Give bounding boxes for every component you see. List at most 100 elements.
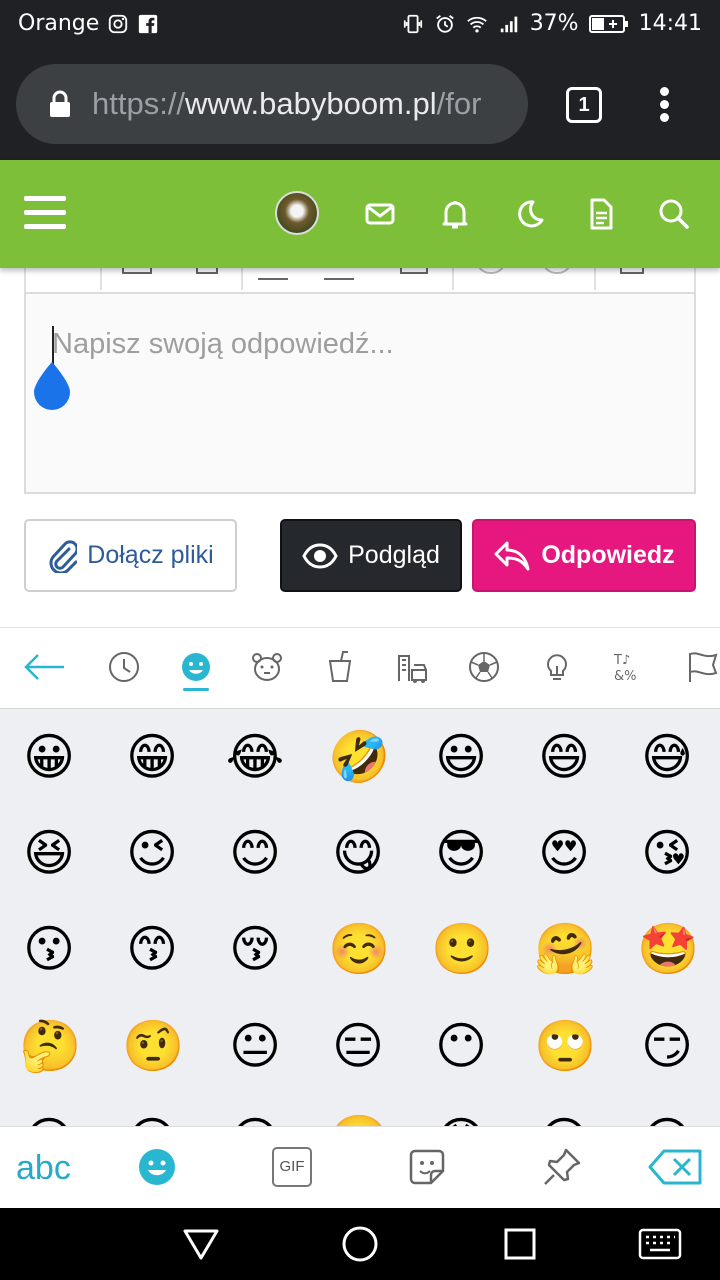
emoji-key[interactable]: 😄 (534, 727, 594, 787)
svg-text:T♪: T♪ (613, 653, 630, 668)
vibrate-icon (403, 14, 422, 33)
attach-files-label: Dołącz pliki (87, 541, 214, 569)
status-bar: Orange 37% 14:41 (0, 0, 720, 50)
emoji-key[interactable]: 😃 (431, 727, 491, 787)
bell-icon[interactable] (437, 196, 473, 232)
emoji-key[interactable]: 😣 (19, 1111, 79, 1126)
emoji-key[interactable]: 😂 (225, 727, 285, 787)
active-category-indicator (183, 688, 209, 691)
home-circle-icon[interactable] (341, 1225, 379, 1263)
emoji-key[interactable]: 😥 (122, 1111, 182, 1126)
back-triangle-icon[interactable] (182, 1227, 220, 1261)
signal-icon (500, 16, 517, 32)
emoji-tab-icon[interactable] (137, 1147, 177, 1187)
emoji-key[interactable]: 🙂 (431, 919, 493, 979)
site-header (0, 160, 720, 268)
back-arrow-icon[interactable] (22, 650, 66, 684)
tab-switcher-button[interactable]: 1 (566, 87, 602, 123)
emoji-key[interactable]: 😙 (122, 919, 182, 979)
emoji-key[interactable]: 🤩 (637, 919, 699, 979)
emoji-key[interactable]: 😊 (225, 823, 285, 883)
instagram-icon (109, 14, 128, 33)
recents-square-icon[interactable] (504, 1228, 536, 1260)
emoji-key[interactable]: 😯 (431, 1111, 491, 1126)
dark-mode-icon[interactable] (511, 196, 547, 232)
search-icon[interactable] (656, 196, 692, 232)
smiley-category-icon[interactable] (179, 650, 213, 684)
url-text: https://www.babyboom.pl/for (92, 86, 482, 121)
address-bar[interactable]: https://www.babyboom.pl/for (16, 64, 528, 144)
travel-category-icon[interactable] (396, 650, 430, 684)
lock-icon (50, 90, 70, 117)
recent-clock-icon[interactable] (107, 650, 141, 684)
alarm-icon (435, 14, 454, 33)
paperclip-icon (49, 539, 78, 573)
emoji-key[interactable]: 😏 (637, 1016, 697, 1076)
emoji-key[interactable]: 😉 (122, 823, 182, 883)
emoji-key[interactable]: 😶 (431, 1016, 491, 1076)
eye-icon (302, 542, 338, 569)
emoji-key[interactable]: 😪 (534, 1111, 594, 1126)
objects-bulb-icon[interactable] (540, 650, 574, 684)
symbols-category-icon[interactable]: T♪&% (612, 650, 646, 684)
abc-keyboard-button[interactable]: abc (16, 1149, 71, 1188)
emoji-key[interactable]: 🙄 (534, 1016, 596, 1076)
reply-editor: Napisz swoją odpowiedź... Dołącz pliki P… (0, 268, 720, 608)
emoji-key[interactable]: 😋 (328, 823, 388, 883)
reply-textarea[interactable]: Napisz swoją odpowiedź... (24, 292, 696, 494)
backspace-icon[interactable] (648, 1147, 704, 1187)
keyboard-switch-icon[interactable] (638, 1227, 682, 1261)
emoji-key[interactable]: 😁 (122, 727, 182, 787)
keyboard-bottom-bar: abc GIF (0, 1126, 720, 1208)
reply-placeholder: Napisz swoją odpowiedź... (52, 328, 394, 360)
emoji-category-bar: T♪ &% (0, 627, 720, 709)
emoji-key[interactable]: 😆 (19, 823, 79, 883)
preview-label: Podgląd (348, 541, 440, 569)
wifi-icon (466, 16, 487, 33)
emoji-key[interactable]: 🤔 (19, 1016, 81, 1076)
mail-icon[interactable] (362, 196, 398, 232)
emoji-key[interactable]: 😍 (534, 823, 594, 883)
emoji-key[interactable]: 😀 (19, 727, 79, 787)
carrier-label: Orange (18, 11, 100, 36)
emoji-key[interactable]: 😚 (225, 919, 285, 979)
cursor-handle-icon[interactable] (32, 360, 72, 412)
reply-button[interactable]: Odpowiedz (472, 519, 696, 592)
attach-files-button[interactable]: Dołącz pliki (24, 519, 237, 592)
emoji-key[interactable]: ☺️ (328, 919, 390, 979)
facebook-icon (139, 14, 158, 33)
emoji-key[interactable]: 😫 (637, 1111, 697, 1126)
system-nav-bar (0, 1208, 720, 1280)
flags-category-icon[interactable] (686, 650, 720, 684)
preview-button[interactable]: Podgląd (280, 519, 462, 592)
emoji-key[interactable]: 🤨 (122, 1016, 184, 1076)
editor-toolbar (24, 268, 696, 292)
activity-ball-icon[interactable] (467, 650, 501, 684)
avatar[interactable] (275, 191, 319, 235)
emoji-key[interactable]: 😮 (225, 1111, 285, 1126)
document-icon[interactable] (583, 196, 619, 232)
sticker-icon[interactable] (407, 1147, 447, 1187)
emoji-key[interactable]: 😎 (431, 823, 491, 883)
emoji-key[interactable]: 🤐 (328, 1111, 390, 1126)
emoji-key[interactable]: 😗 (19, 919, 79, 979)
browser-toolbar: https://www.babyboom.pl/for 1 (0, 50, 720, 160)
battery-percent: 37% (529, 11, 579, 36)
emoji-key[interactable]: 😅 (637, 727, 697, 787)
gif-button[interactable]: GIF (272, 1147, 312, 1187)
emoji-key[interactable]: 🤣 (328, 727, 390, 787)
food-category-icon[interactable] (323, 650, 357, 684)
clock: 14:41 (638, 11, 702, 36)
hamburger-menu-icon[interactable] (24, 196, 66, 232)
browser-menu-button[interactable] (652, 84, 676, 128)
pin-icon[interactable] (542, 1147, 582, 1187)
svg-text:&%: &% (614, 669, 637, 684)
emoji-key[interactable]: 😑 (328, 1016, 388, 1076)
emoji-key[interactable]: 🤗 (534, 919, 596, 979)
emoji-grid: 😀 😁 😂 🤣 😃 😄 😅 😆 😉 😊 😋 😎 😍 😘 😗 😙 😚 ☺️ 🙂 🤗 🤩 🤔 🤨 😐 😑 😶 🙄 😏 😣 😥 😮 🤐 😯 😪 😫 (0, 709, 720, 1126)
animal-category-icon[interactable] (250, 650, 284, 684)
emoji-key[interactable]: 😘 (637, 823, 697, 883)
reply-label: Odpowiedz (541, 541, 675, 569)
emoji-key[interactable]: 😐 (225, 1016, 285, 1076)
reply-arrow-icon (494, 541, 530, 570)
